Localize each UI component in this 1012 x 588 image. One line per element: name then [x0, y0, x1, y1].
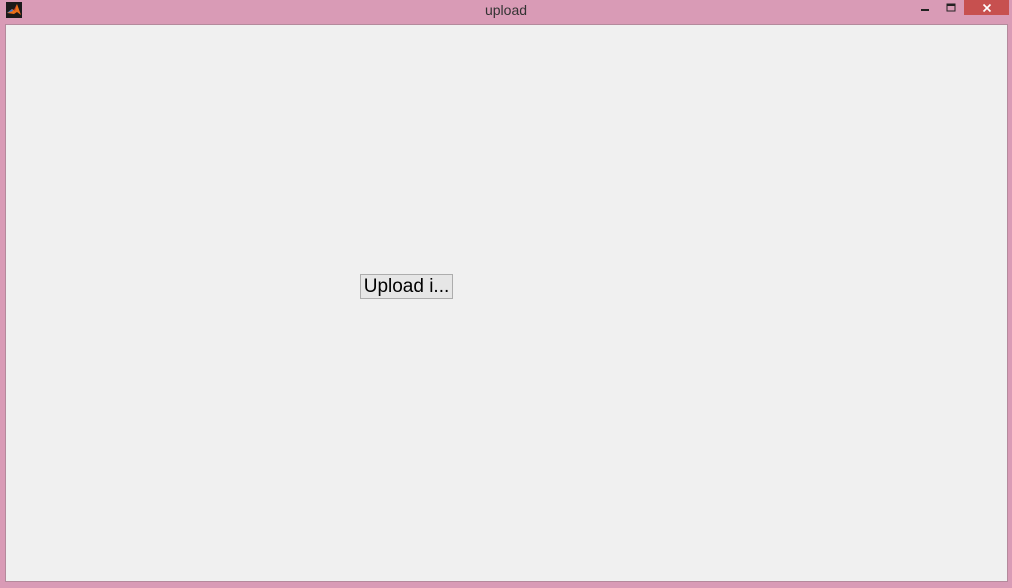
- maximize-icon: [946, 3, 956, 11]
- figure-canvas: Upload i...: [5, 24, 1008, 582]
- close-button[interactable]: [964, 0, 1009, 15]
- window-title: upload: [484, 2, 528, 18]
- app-window: upload Upload i...: [0, 0, 1012, 588]
- title-bar[interactable]: upload: [0, 0, 1012, 22]
- maximize-button[interactable]: [940, 0, 962, 15]
- minimize-button[interactable]: [914, 0, 936, 15]
- close-icon: [982, 3, 991, 12]
- minimize-icon: [921, 8, 929, 11]
- upload-image-button[interactable]: Upload i...: [360, 274, 453, 299]
